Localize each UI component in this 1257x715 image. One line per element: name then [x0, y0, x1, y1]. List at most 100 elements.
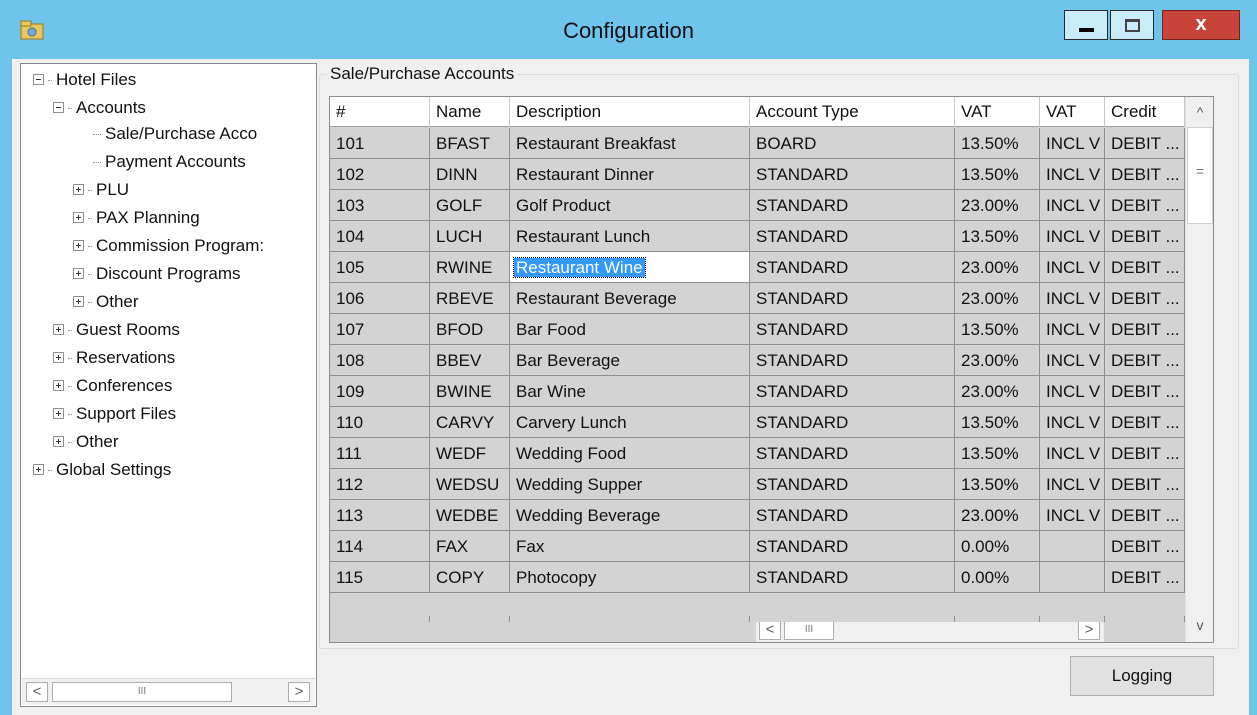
grid-cell[interactable]: 107	[330, 314, 430, 345]
grid-cell[interactable]: Bar Food	[510, 314, 750, 345]
tree-node[interactable]: Sale/Purchase Acco	[93, 122, 257, 146]
collapse-icon[interactable]	[33, 74, 44, 86]
grid-cell[interactable]: INCL V	[1040, 500, 1105, 531]
grid-cell[interactable]: DEBIT ...	[1105, 252, 1185, 283]
grid-cell[interactable]: INCL V	[1040, 314, 1105, 345]
grid-cell[interactable]: DEBIT ...	[1105, 190, 1185, 221]
grid-cell[interactable]: DEBIT ...	[1105, 128, 1185, 159]
grid-cell[interactable]: 13.50%	[955, 407, 1040, 438]
grid-cell[interactable]: WEDF	[430, 438, 510, 469]
grid-cell[interactable]: DEBIT ...	[1105, 469, 1185, 500]
grid-scroll-down-button[interactable]: v	[1188, 612, 1212, 638]
grid-cell[interactable]: STANDARD	[750, 500, 955, 531]
grid-cell[interactable]: INCL V	[1040, 159, 1105, 190]
expand-icon[interactable]	[53, 352, 64, 364]
grid-cell[interactable]: STANDARD	[750, 531, 955, 562]
grid-cell[interactable]: 13.50%	[955, 221, 1040, 252]
tree-node[interactable]: Other	[53, 430, 119, 454]
grid-hscroll-thumb[interactable]: III	[784, 620, 834, 640]
expand-icon[interactable]	[33, 464, 44, 476]
grid-cell[interactable]: DEBIT ...	[1105, 314, 1185, 345]
grid-cell[interactable]: Wedding Food	[510, 438, 750, 469]
logging-button[interactable]: Logging	[1070, 656, 1214, 696]
grid-cell[interactable]: INCL V	[1040, 252, 1105, 283]
grid-cell[interactable]: 23.00%	[955, 345, 1040, 376]
grid-cell[interactable]: 23.00%	[955, 252, 1040, 283]
tree-node[interactable]: Support Files	[53, 402, 176, 426]
grid-cell[interactable]: INCL V	[1040, 407, 1105, 438]
grid-cell[interactable]: WEDSU	[430, 469, 510, 500]
tree-node[interactable]: Global Settings	[33, 458, 171, 482]
grid-cell[interactable]: STANDARD	[750, 314, 955, 345]
grid-cell[interactable]: WEDBE	[430, 500, 510, 531]
grid-cell[interactable]: DEBIT ...	[1105, 438, 1185, 469]
grid-cell[interactable]: Bar Wine	[510, 376, 750, 407]
grid-cell[interactable]: Restaurant Lunch	[510, 221, 750, 252]
grid-cell[interactable]: INCL V	[1040, 283, 1105, 314]
grid-scroll-thumb[interactable]: =	[1187, 127, 1213, 224]
tree-node[interactable]: PLU	[73, 178, 129, 202]
grid-cell[interactable]: INCL V	[1040, 128, 1105, 159]
tree-node[interactable]: Other	[73, 290, 139, 314]
expand-icon[interactable]	[53, 436, 64, 448]
grid-horizontal-scrollbar[interactable]: < III >	[756, 619, 1104, 642]
grid-cell[interactable]: 113	[330, 500, 430, 531]
close-button[interactable]: x	[1162, 10, 1240, 40]
tree-node[interactable]: Payment Accounts	[93, 150, 246, 174]
grid-cell[interactable]: STANDARD	[750, 376, 955, 407]
column-header[interactable]: #	[330, 97, 430, 127]
maximize-button[interactable]	[1110, 10, 1154, 40]
grid-cell[interactable]: 102	[330, 159, 430, 190]
grid-cell[interactable]: 112	[330, 469, 430, 500]
grid-cell[interactable]: 23.00%	[955, 283, 1040, 314]
grid-cell[interactable]: 105	[330, 252, 430, 283]
column-header[interactable]: Account Type	[750, 97, 955, 127]
grid-cell[interactable]: Restaurant Wine	[510, 252, 750, 283]
grid-cell[interactable]: STANDARD	[750, 345, 955, 376]
tree-node[interactable]: PAX Planning	[73, 206, 200, 230]
column-header[interactable]: Description	[510, 97, 750, 127]
grid-cell[interactable]: DEBIT ...	[1105, 407, 1185, 438]
grid-cell[interactable]: 13.50%	[955, 128, 1040, 159]
grid-cell[interactable]: RWINE	[430, 252, 510, 283]
grid-cell[interactable]: Golf Product	[510, 190, 750, 221]
grid-cell[interactable]: 13.50%	[955, 438, 1040, 469]
grid-cell[interactable]: STANDARD	[750, 469, 955, 500]
grid-cell[interactable]: 110	[330, 407, 430, 438]
tree-node[interactable]: Guest Rooms	[53, 318, 180, 342]
grid-cell[interactable]: DEBIT ...	[1105, 159, 1185, 190]
column-header[interactable]: Name	[430, 97, 510, 127]
column-header[interactable]: Credit	[1105, 97, 1185, 127]
expand-icon[interactable]	[53, 408, 64, 420]
grid-cell[interactable]: STANDARD	[750, 252, 955, 283]
grid-scroll-right-button[interactable]: >	[1078, 620, 1100, 640]
grid-cell[interactable]: STANDARD	[750, 190, 955, 221]
grid-cell[interactable]: STANDARD	[750, 562, 955, 593]
minimize-button[interactable]	[1064, 10, 1108, 40]
grid-cell[interactable]: 0.00%	[955, 531, 1040, 562]
grid-cell[interactable]: DEBIT ...	[1105, 345, 1185, 376]
grid-cell[interactable]: 111	[330, 438, 430, 469]
grid-cell[interactable]: DEBIT ...	[1105, 376, 1185, 407]
grid-cell[interactable]: 23.00%	[955, 500, 1040, 531]
grid-cell[interactable]: BFAST	[430, 128, 510, 159]
expand-icon[interactable]	[73, 296, 84, 308]
grid-cell[interactable]: INCL V	[1040, 469, 1105, 500]
grid-cell[interactable]: STANDARD	[750, 159, 955, 190]
tree-scroll-right-button[interactable]: >	[288, 682, 310, 702]
grid-cell[interactable]: 115	[330, 562, 430, 593]
tree-node[interactable]: Conferences	[53, 374, 172, 398]
grid-cell[interactable]: STANDARD	[750, 407, 955, 438]
grid-cell[interactable]: INCL V	[1040, 345, 1105, 376]
grid-cell[interactable]: 114	[330, 531, 430, 562]
title-bar[interactable]: Configuration x	[0, 0, 1257, 56]
grid-cell[interactable]: 0.00%	[955, 562, 1040, 593]
collapse-icon[interactable]	[53, 102, 64, 114]
expand-icon[interactable]	[53, 324, 64, 336]
grid-cell[interactable]: DEBIT ...	[1105, 221, 1185, 252]
expand-icon[interactable]	[73, 268, 84, 280]
grid-cell[interactable]: 101	[330, 128, 430, 159]
grid-cell[interactable]: DINN	[430, 159, 510, 190]
tree-node[interactable]: Reservations	[53, 346, 175, 370]
grid-cell[interactable]: BBEV	[430, 345, 510, 376]
